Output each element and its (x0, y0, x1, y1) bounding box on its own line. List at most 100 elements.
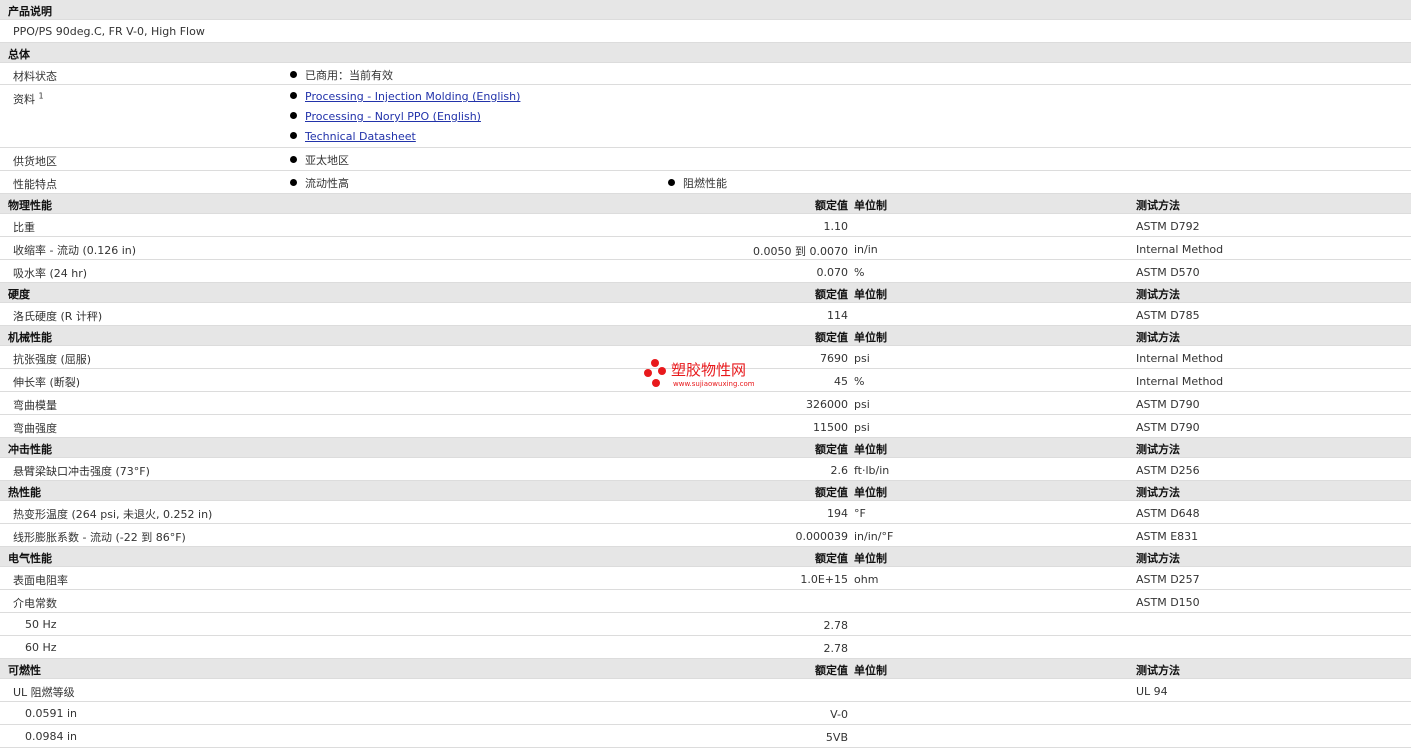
doc-link-item[interactable]: Processing - Noryl PPO (English) (290, 110, 481, 123)
bullet-icon (290, 92, 297, 99)
section-header-thermal: 热性能 额定值 单位制 测试方法 (0, 481, 1411, 501)
watermark-url: www.sujiaowuxing.com (673, 380, 755, 388)
section-title: 物理性能 (8, 199, 52, 212)
bullet-icon (290, 132, 297, 139)
property-name: 洛氏硬度 (R 计秤) (13, 310, 103, 323)
bullet-icon (290, 179, 297, 186)
property-test-method: Internal Method (1136, 243, 1224, 256)
property-unit: psi (854, 398, 870, 411)
section-header-flammability: 可燃性 额定值 单位制 测试方法 (0, 659, 1411, 679)
property-test-method: ASTM D792 (1136, 220, 1200, 233)
property-row: 比重 1.10 ASTM D792 (0, 214, 1411, 237)
col-header-value: 额定值 (815, 331, 848, 344)
feature-item: 流动性高 (290, 175, 349, 191)
property-value: 7690 (820, 352, 848, 365)
doc-link[interactable]: Technical Datasheet (305, 130, 416, 143)
property-test-method: ASTM E831 (1136, 530, 1199, 543)
property-value: 11500 (813, 421, 848, 434)
status-row: 材料状态 已商用：当前有效 (0, 63, 1411, 85)
property-name: 伸长率 (断裂) (13, 376, 81, 389)
property-name: 收缩率 - 流动 (0.126 in) (13, 244, 137, 257)
property-name: 弯曲模量 (13, 399, 57, 412)
watermark-text: 塑胶物性网 (671, 361, 747, 379)
property-unit: % (854, 375, 865, 388)
property-unit: psi (854, 352, 870, 365)
property-unit: % (854, 266, 865, 279)
property-unit: ohm (854, 573, 879, 586)
property-value: 0.000039 (795, 530, 849, 543)
property-test-method: ASTM D257 (1136, 573, 1200, 586)
docs-label: 资料 1 (13, 91, 44, 106)
property-test-method: ASTM D256 (1136, 464, 1200, 477)
property-value: 114 (827, 309, 848, 322)
property-test-method: ASTM D790 (1136, 421, 1200, 434)
bullet-icon (290, 71, 297, 78)
property-row: UL 阻燃等级 UL 94 (0, 679, 1411, 702)
property-name: 50 Hz (25, 618, 57, 631)
bullet-icon (668, 179, 675, 186)
property-value: 1.10 (823, 220, 849, 233)
col-header-test: 测试方法 (1136, 486, 1180, 499)
property-name: 60 Hz (25, 641, 57, 654)
property-test-method: ASTM D790 (1136, 398, 1200, 411)
property-name: 悬臂梁缺口冲击强度 (73°F) (13, 465, 150, 478)
property-row: 50 Hz 2.78 (0, 613, 1411, 636)
property-test-method: ASTM D150 (1136, 596, 1200, 609)
property-name: 线形膨胀系数 - 流动 (-22 到 86°F) (13, 531, 186, 544)
section-header-hardness: 硬度 额定值 单位制 测试方法 (0, 283, 1411, 303)
property-value: 5VB (825, 731, 848, 744)
doc-link[interactable]: Processing - Noryl PPO (English) (305, 110, 481, 123)
property-unit: in/in (854, 243, 878, 256)
col-header-test: 测试方法 (1136, 552, 1180, 565)
section-title: 可燃性 (8, 664, 41, 677)
col-header-test: 测试方法 (1136, 199, 1180, 212)
col-header-unit: 单位制 (854, 486, 887, 499)
property-name: 介电常数 (13, 597, 57, 610)
col-header-value: 额定值 (815, 552, 848, 565)
property-row: 洛氏硬度 (R 计秤) 114 ASTM D785 (0, 303, 1411, 326)
bullet-icon (290, 156, 297, 163)
logo-dot-icon (651, 359, 659, 367)
col-header-value: 额定值 (815, 486, 848, 499)
property-name: 热变形温度 (264 psi, 未退火, 0.252 in) (13, 508, 213, 521)
doc-link-item[interactable]: Processing - Injection Molding (English) (290, 90, 520, 103)
col-header-unit: 单位制 (854, 331, 887, 344)
property-value: 326000 (806, 398, 848, 411)
region-value: 亚太地区 (290, 152, 349, 168)
section-header-impact: 冲击性能 额定值 单位制 测试方法 (0, 438, 1411, 458)
property-name: 弯曲强度 (13, 422, 57, 435)
property-row: 线形膨胀系数 - 流动 (-22 到 86°F) 0.000039 in/in/°F… (0, 524, 1411, 547)
property-value: 0.070 (816, 266, 849, 279)
section-title: 机械性能 (8, 331, 52, 344)
property-test-method: ASTM D648 (1136, 507, 1200, 520)
property-value: 2.6 (830, 464, 849, 477)
property-row: 0.0591 in V-0 (0, 702, 1411, 725)
property-row: 弯曲模量 326000 psi ASTM D790 (0, 392, 1411, 415)
property-name: 0.0984 in (25, 730, 78, 743)
property-row: 60 Hz 2.78 (0, 636, 1411, 659)
col-header-value: 额定值 (815, 199, 848, 212)
property-test-method: UL 94 (1136, 685, 1168, 698)
property-row: 0.0984 in 5VB (0, 725, 1411, 748)
property-value: 194 (827, 507, 848, 520)
property-unit: psi (854, 421, 870, 434)
property-value: 2.78 (823, 619, 849, 632)
region-label: 供货地区 (13, 155, 57, 168)
col-header-test: 测试方法 (1136, 664, 1180, 677)
doc-link-item[interactable]: Technical Datasheet (290, 130, 416, 143)
property-row: 表面电阻率 1.0E+15 ohm ASTM D257 (0, 567, 1411, 590)
col-header-test: 测试方法 (1136, 443, 1180, 456)
property-row: 收缩率 - 流动 (0.126 in) 0.0050 到 0.0070 in/in I… (0, 237, 1411, 260)
product-description-row: PPO/PS 90deg.C, FR V-0, High Flow (0, 20, 1411, 43)
features-label: 性能特点 (13, 178, 57, 191)
section-header-mechanical: 机械性能 额定值 单位制 测试方法 (0, 326, 1411, 346)
property-name: 比重 (13, 221, 35, 234)
property-name: 表面电阻率 (13, 574, 68, 587)
doc-link[interactable]: Processing - Injection Molding (English) (305, 90, 520, 103)
features-row: 性能特点 流动性高 阻燃性能 (0, 171, 1411, 194)
property-name: UL 阻燃等级 (13, 686, 75, 699)
col-header-unit: 单位制 (854, 199, 887, 212)
property-row: 介电常数 ASTM D150 (0, 590, 1411, 613)
property-name: 0.0591 in (25, 707, 78, 720)
docs-row: 资料 1 Processing - Injection Molding (Eng… (0, 85, 1411, 148)
